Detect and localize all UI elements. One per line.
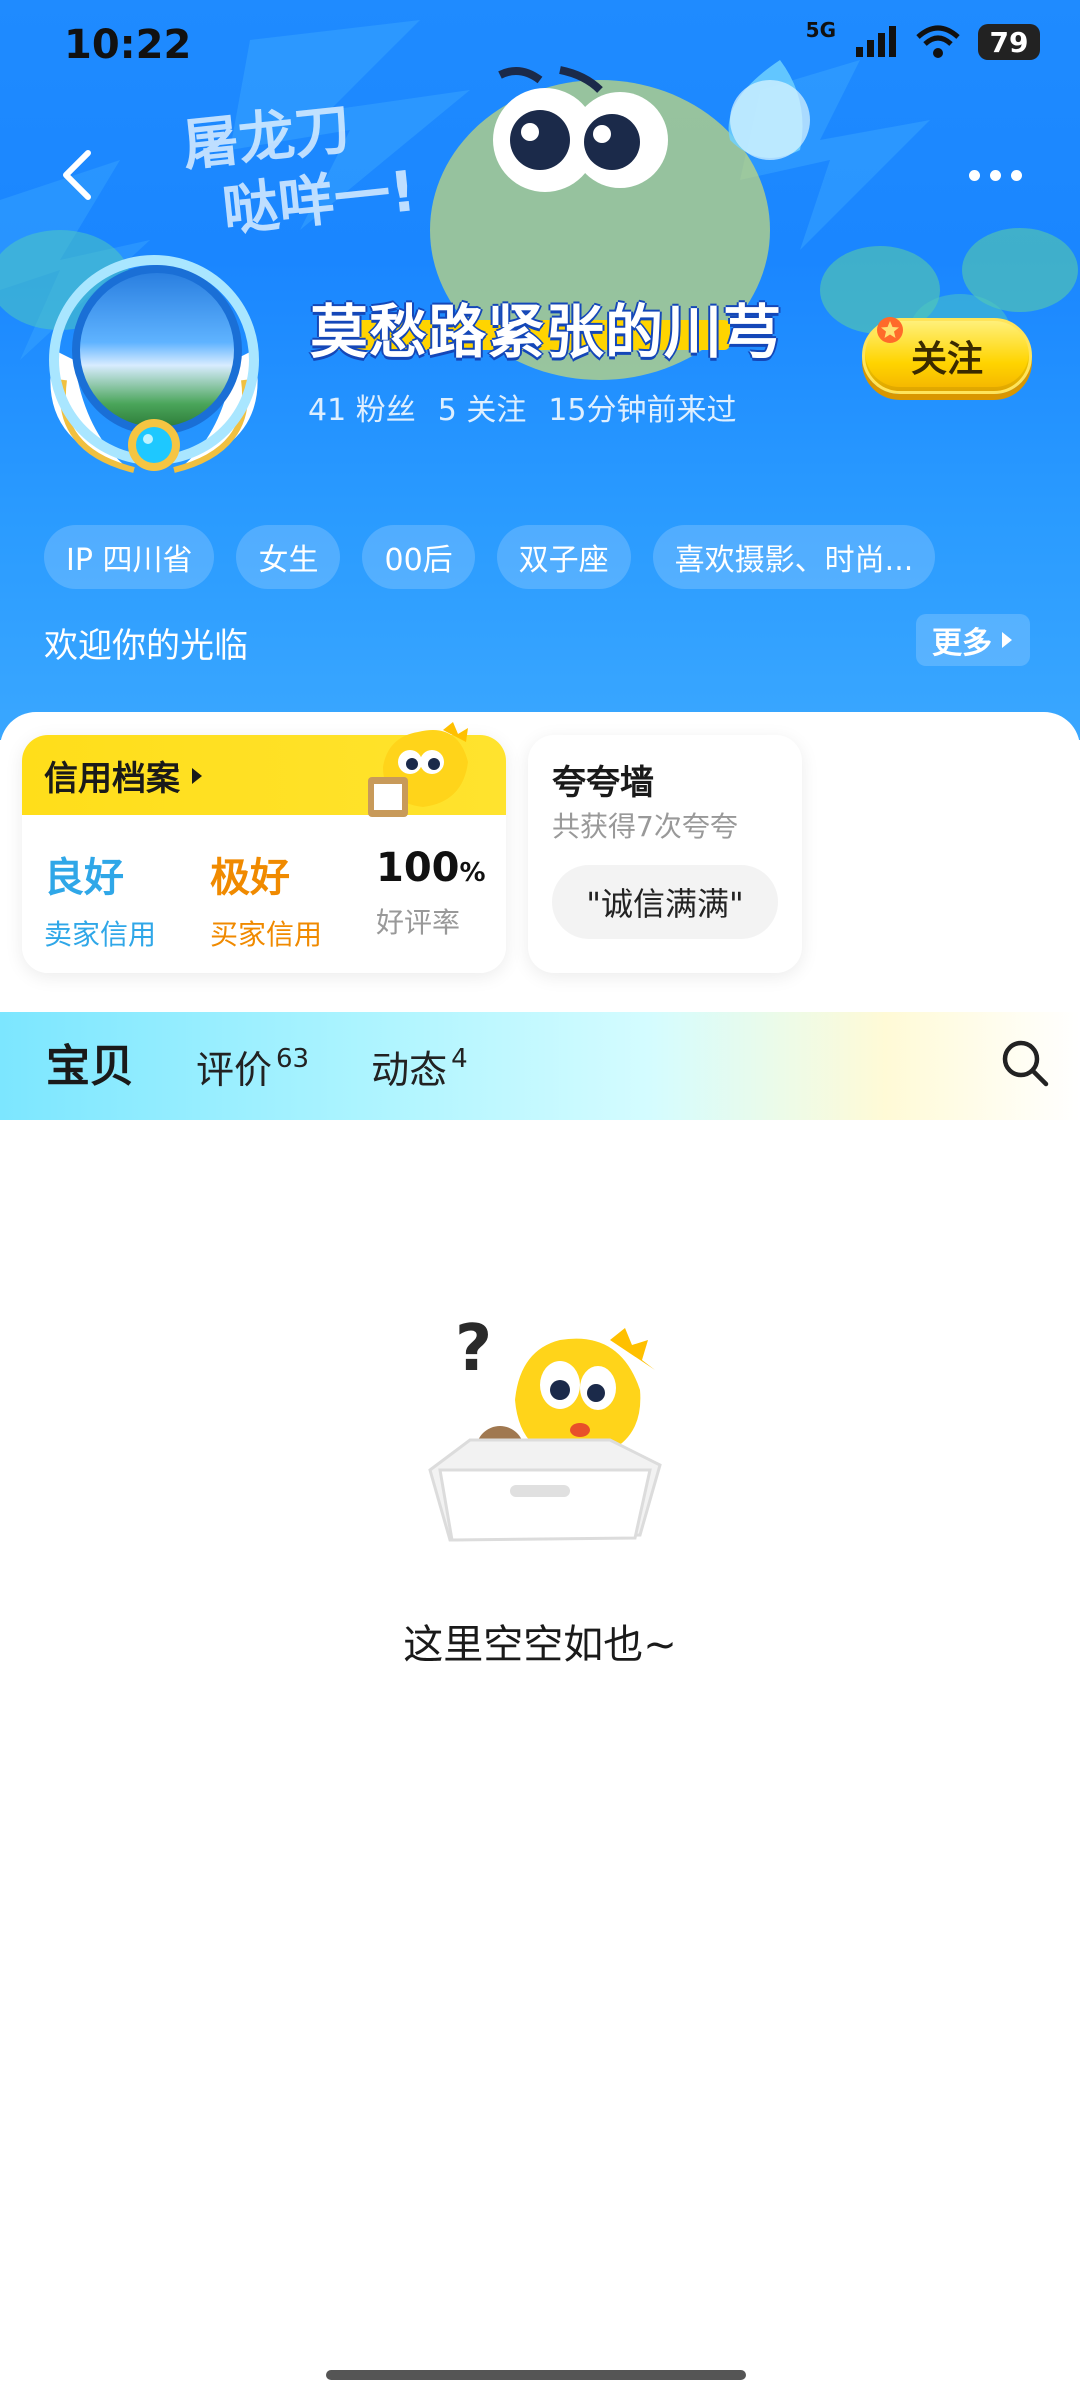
banner-text-line1: 屠龙刀 [180, 97, 354, 179]
positive-rating-unit: % [459, 858, 486, 888]
search-icon[interactable] [1000, 1038, 1050, 1088]
last-seen: 15分钟前来过 [548, 393, 737, 428]
svg-text:?: ? [455, 1312, 492, 1386]
avatar[interactable] [34, 240, 274, 480]
back-button[interactable] [50, 145, 110, 205]
follow-button[interactable]: 关注 [862, 317, 1032, 394]
tab-reviews[interactable]: 评价 63 [196, 1039, 309, 1094]
user-stats: 41 粉丝 5 关注 15分钟前来过 [308, 385, 737, 429]
empty-state-text: 这里空空如也~ [403, 1622, 677, 1668]
tag-interests[interactable]: 喜欢摄影、时尚... [652, 525, 936, 589]
caret-right-icon [192, 767, 202, 784]
praise-badge: "诚信满满" [552, 865, 778, 939]
status-icons: 5G 79 [806, 18, 1040, 60]
tag-age-group: 00后 [362, 525, 475, 589]
tag-ip-location: IP 四川省 [44, 525, 215, 589]
follow-label: 关注 [910, 339, 983, 380]
dot-icon [968, 169, 980, 181]
tab-reviews-count: 63 [276, 1044, 310, 1074]
mascot-clipboard-icon [368, 722, 468, 817]
dot-icon [1010, 169, 1022, 181]
avatar-photo [72, 265, 242, 435]
seller-credit-label: 卖家信用 [44, 918, 157, 951]
tab-items-label: 宝贝 [46, 1041, 134, 1092]
dot-icon [989, 169, 1001, 181]
home-indicator[interactable] [326, 2370, 746, 2380]
gem-icon [128, 419, 180, 471]
chevron-left-icon [63, 150, 91, 200]
network-label: 5G [805, 18, 836, 42]
seller-credit-value: 良好 [44, 855, 124, 901]
tab-moments-count: 4 [451, 1044, 468, 1074]
following-count[interactable]: 5 关注 [438, 385, 527, 429]
battery-indicator: 79 [978, 24, 1040, 60]
tag-gender: 女生 [236, 525, 341, 589]
credit-title-label: 信用档案 [44, 759, 180, 799]
positive-rating: 100% 好评率 [376, 845, 486, 941]
buyer-credit: 极好 买家信用 [210, 845, 322, 953]
buyer-credit-label: 买家信用 [210, 918, 323, 951]
empty-box-mascot-icon: ? [428, 1312, 662, 1542]
more-label: 更多 [932, 626, 992, 661]
praise-wall-title: 夸夸墙 [552, 763, 654, 803]
user-nickname: 莫愁路紧张的川芎 [310, 298, 783, 366]
tab-items[interactable]: 宝贝 [46, 1030, 134, 1094]
welcome-message: 欢迎你的光临 [44, 626, 248, 666]
user-tags: IP 四川省 女生 00后 双子座 喜欢摄影、时尚... [44, 525, 936, 589]
credit-title: 信用档案 [44, 751, 204, 800]
tab-reviews-label: 评价 [196, 1048, 273, 1092]
wifi-icon [916, 25, 960, 58]
star-icon [877, 317, 903, 343]
positive-rating-value: 100 [376, 845, 460, 891]
praise-wall-count: 共获得7次夸夸 [552, 810, 738, 843]
status-bar: 10:22 5G 79 [0, 0, 1080, 100]
caret-right-icon [1002, 632, 1012, 648]
tag-zodiac: 双子座 [496, 525, 631, 589]
signal-icon [856, 26, 896, 57]
buyer-credit-value: 极好 [210, 855, 290, 901]
praise-wall-card[interactable]: 夸夸墙 共获得7次夸夸 "诚信满满" [528, 735, 802, 973]
tab-moments-label: 动态 [371, 1048, 448, 1092]
more-info-button[interactable]: 更多 [916, 614, 1030, 666]
positive-rating-label: 好评率 [376, 906, 461, 939]
more-options-button[interactable] [960, 155, 1030, 195]
profile-header: 屠龙刀 哒咩一! 10:22 5G 79 莫愁路紧张的川芎 41 粉丝 5 关注… [0, 0, 1080, 740]
seller-credit: 良好 卖家信用 [44, 845, 156, 953]
profile-tabs: 宝贝 评价 63 动态 4 [46, 1030, 468, 1094]
status-time: 10:22 [64, 22, 192, 68]
fans-count[interactable]: 41 粉丝 [308, 385, 416, 429]
tab-moments[interactable]: 动态 4 [371, 1039, 468, 1094]
